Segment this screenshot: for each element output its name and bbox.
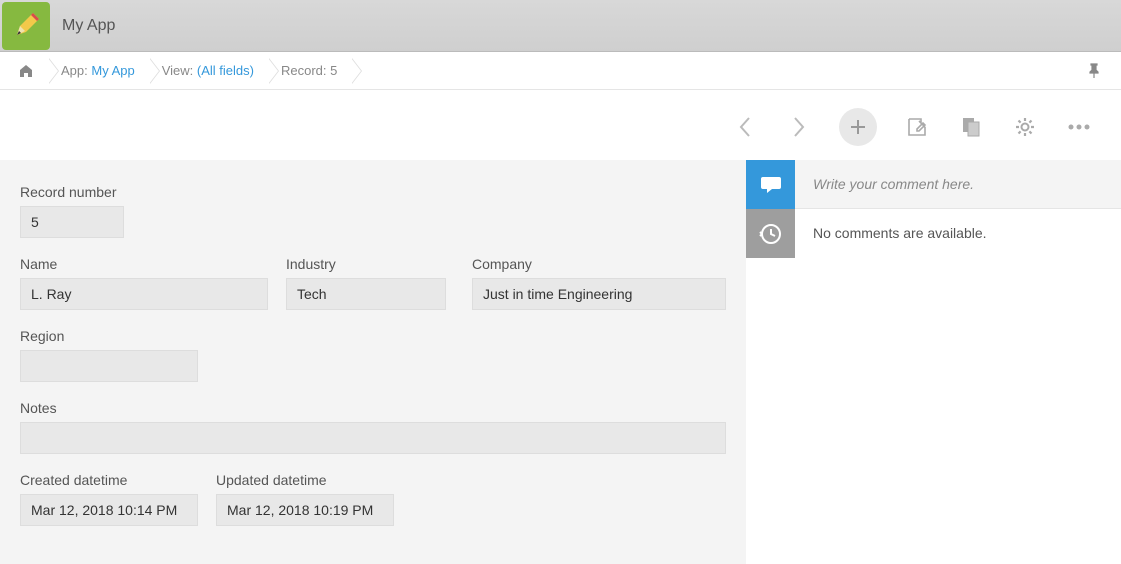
field-value: 5 — [20, 206, 124, 238]
history-tab[interactable] — [746, 209, 795, 258]
field-value: Tech — [286, 278, 446, 310]
plus-icon — [849, 118, 867, 136]
app-icon — [2, 2, 50, 50]
prev-button[interactable] — [731, 113, 759, 141]
field-created: Created datetime Mar 12, 2018 10:14 PM — [20, 472, 198, 526]
add-button[interactable] — [839, 108, 877, 146]
field-label: Industry — [286, 256, 446, 272]
breadcrumb-view[interactable]: View: (All fields) — [142, 58, 268, 84]
copy-button[interactable] — [957, 113, 985, 141]
field-value: Just in time Engineering — [472, 278, 726, 310]
comments-tab[interactable] — [746, 160, 795, 209]
comment-empty-message: No comments are available. — [795, 209, 1121, 257]
field-value: Mar 12, 2018 10:14 PM — [20, 494, 198, 526]
more-icon — [1067, 123, 1091, 131]
comment-input[interactable]: Write your comment here. — [795, 160, 1121, 209]
field-industry: Industry Tech — [286, 256, 446, 310]
field-label: Region — [20, 328, 198, 344]
app-header: My App — [0, 0, 1121, 52]
next-button[interactable] — [785, 113, 813, 141]
history-icon — [759, 222, 783, 246]
app-title: My App — [62, 17, 115, 35]
field-label: Created datetime — [20, 472, 198, 488]
comment-panel: Write your comment here. No comments are… — [746, 160, 1121, 564]
copy-icon — [960, 116, 982, 138]
breadcrumb-app-link[interactable]: My App — [91, 63, 134, 78]
edit-icon — [906, 116, 928, 138]
field-record-number: Record number 5 — [20, 184, 124, 238]
breadcrumb-record-value: 5 — [330, 63, 337, 78]
pencil-icon — [11, 11, 41, 41]
chevron-left-icon — [738, 116, 752, 138]
field-value: Mar 12, 2018 10:19 PM — [216, 494, 394, 526]
breadcrumb-view-link[interactable]: (All fields) — [197, 63, 254, 78]
field-label: Company — [472, 256, 726, 272]
breadcrumbs: App: My App View: (All fields) Record: 5 — [0, 52, 1121, 90]
gear-icon — [1014, 116, 1036, 138]
settings-button[interactable] — [1011, 113, 1039, 141]
pin-icon — [1087, 63, 1101, 79]
field-label: Updated datetime — [216, 472, 394, 488]
field-value — [20, 350, 198, 382]
main-content: Record number 5 Name L. Ray Industry Tec… — [0, 160, 1121, 564]
record-toolbar — [0, 90, 1121, 160]
more-button[interactable] — [1065, 113, 1093, 141]
record-form: Record number 5 Name L. Ray Industry Tec… — [0, 160, 746, 564]
field-value — [20, 422, 726, 454]
field-notes: Notes — [20, 400, 726, 454]
pin-button[interactable] — [1087, 63, 1101, 79]
chevron-right-icon — [792, 116, 806, 138]
field-region: Region — [20, 328, 198, 382]
comment-tabs — [746, 160, 795, 564]
field-name: Name L. Ray — [20, 256, 268, 310]
field-updated: Updated datetime Mar 12, 2018 10:19 PM — [216, 472, 394, 526]
comment-icon — [759, 174, 783, 196]
field-label: Name — [20, 256, 268, 272]
field-label: Notes — [20, 400, 726, 416]
field-value: L. Ray — [20, 278, 268, 310]
field-label: Record number — [20, 184, 124, 200]
edit-button[interactable] — [903, 113, 931, 141]
home-icon — [18, 63, 34, 79]
field-company: Company Just in time Engineering — [472, 256, 726, 310]
comment-body: Write your comment here. No comments are… — [795, 160, 1121, 564]
